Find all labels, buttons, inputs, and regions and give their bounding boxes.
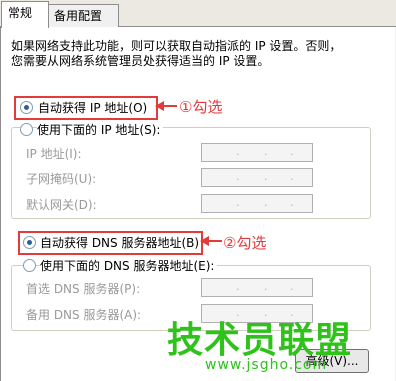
default-gateway-field[interactable]: ... [201,194,313,213]
tab-alternate-config[interactable]: 备用配置 [47,4,119,27]
ip-address-label: IP 地址(I): [26,147,82,161]
description-line-2: 您需要从网络系统管理员处获得适当的 IP 设置。 [11,54,270,68]
tcpip-properties-panel: 如果网络支持此功能，则可以获取自动指派的 IP 设置。否则， 您需要从网络系统管… [0,27,395,381]
dns-manual-radio[interactable] [23,259,36,272]
ip-manual-radio[interactable] [20,123,33,136]
watermark-logo: 技术员联盟 [167,320,353,361]
watermark-url: www.jsgho.com [205,357,328,373]
tab-general[interactable]: 常规 [1,1,49,28]
ip-address-field[interactable]: ... [201,143,313,162]
arrow-line-2 [208,240,222,242]
tab-bar: 常规 备用配置 [0,0,396,28]
default-gateway-label: 默认网关(D): [26,198,97,212]
subnet-mask-label: 子网掩码(U): [26,172,97,186]
annotation-step-2: ②勾选 [223,234,267,252]
dns-manual-label[interactable]: 使用下面的 DNS 服务器地址(E): [40,257,218,274]
ip-auto-label[interactable]: 自动获得 IP 地址(O) [38,99,147,116]
arrow-line-1 [163,105,177,107]
ip-auto-radio[interactable] [20,101,33,114]
preferred-dns-field[interactable]: ... [201,278,313,297]
dns-auto-radio[interactable] [23,236,36,249]
ip-manual-label[interactable]: 使用下面的 IP 地址(S): [37,121,164,138]
subnet-mask-field[interactable]: ... [201,168,313,187]
preferred-dns-label: 首选 DNS 服务器(P): [26,282,141,296]
alternate-dns-label: 备用 DNS 服务器(A): [26,308,142,322]
dns-auto-label[interactable]: 自动获得 DNS 服务器地址(B) [40,234,199,251]
annotation-step-1: ①勾选 [179,98,223,116]
